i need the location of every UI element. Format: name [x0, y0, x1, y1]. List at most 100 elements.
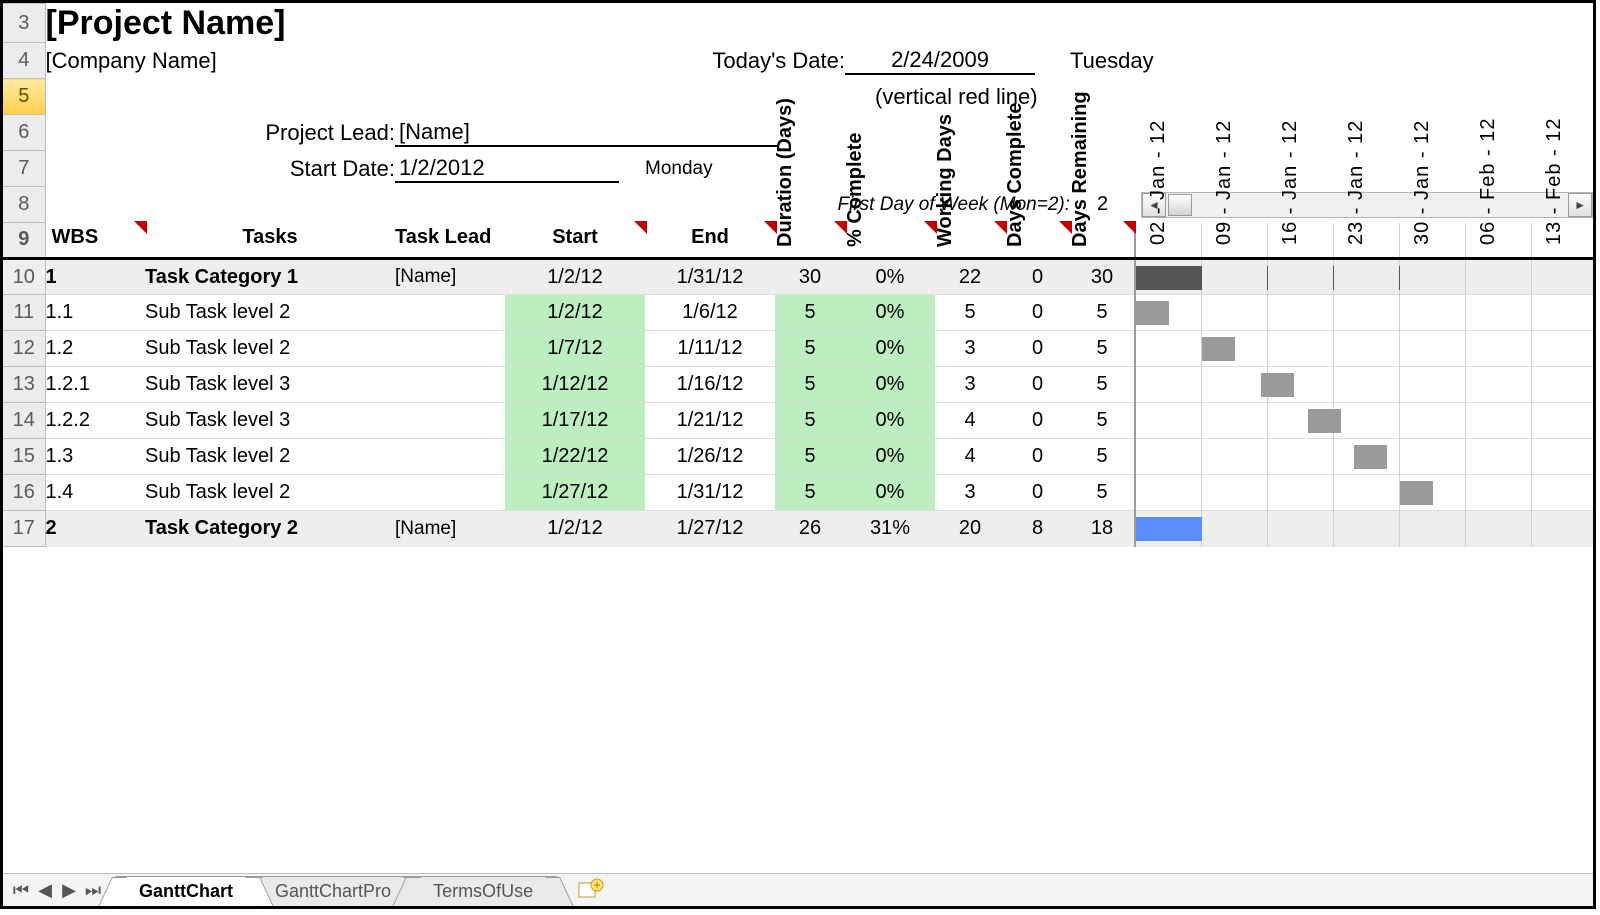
gantt-cell[interactable] — [1201, 367, 1267, 403]
gantt-cell[interactable] — [1465, 439, 1531, 475]
header-row[interactable]: 9 WBS Tasks Task Lead Start End Duration… — [3, 223, 1596, 259]
cell-task[interactable]: Sub Task level 2 — [145, 295, 395, 331]
scroll-right-button[interactable]: ► — [1568, 193, 1592, 217]
tab-nav-first[interactable]: ⏮ — [10, 879, 32, 901]
cell-duration[interactable]: 5 — [775, 295, 845, 331]
gantt-cell[interactable] — [1201, 511, 1267, 547]
gantt-cell[interactable] — [1267, 403, 1333, 439]
cell-duration[interactable]: 26 — [775, 511, 845, 547]
gantt-cell[interactable] — [1399, 259, 1465, 295]
cell-start[interactable]: 1/12/12 — [505, 367, 645, 403]
gantt-cell[interactable] — [1201, 403, 1267, 439]
cell-end[interactable]: 1/31/12 — [645, 259, 775, 295]
gantt-bar[interactable] — [1136, 517, 1209, 541]
gantt-cell[interactable] — [1531, 475, 1596, 511]
cell-working-days[interactable]: 3 — [935, 475, 1005, 511]
cell-pct[interactable]: 0% — [845, 331, 935, 367]
gantt-cell[interactable] — [1333, 475, 1399, 511]
cell-lead[interactable]: [Name] — [395, 511, 505, 547]
gantt-cell[interactable] — [1333, 439, 1399, 475]
col-pct-complete[interactable]: % Complete — [845, 223, 935, 259]
row-header[interactable]: 15 — [3, 439, 45, 475]
cell-working-days[interactable]: 4 — [935, 439, 1005, 475]
cell-start[interactable]: 1/2/12 — [505, 295, 645, 331]
row-header[interactable]: 11 — [3, 295, 45, 331]
company-name[interactable]: [Company Name] — [45, 43, 645, 79]
sheet-tab[interactable]: GanttChart — [115, 876, 257, 906]
gantt-cell[interactable] — [1135, 331, 1201, 367]
gantt-cell[interactable] — [1267, 331, 1333, 367]
col-end[interactable]: End — [645, 223, 775, 259]
gantt-cell[interactable] — [1465, 511, 1531, 547]
tab-nav-prev[interactable]: ◀ — [34, 879, 56, 901]
cell-days-complete[interactable]: 0 — [1005, 295, 1070, 331]
gantt-cell[interactable] — [1135, 511, 1201, 547]
gantt-cell[interactable] — [1531, 259, 1596, 295]
cell-task[interactable]: Sub Task level 2 — [145, 331, 395, 367]
col-working-days[interactable]: Working Days — [935, 223, 1005, 259]
cell-lead[interactable] — [395, 403, 505, 439]
gantt-cell[interactable] — [1531, 439, 1596, 475]
cell-task[interactable]: Sub Task level 2 — [145, 439, 395, 475]
spreadsheet-grid[interactable]: 3 [Project Name] 4 [Company Name] Today'… — [3, 3, 1596, 547]
gantt-cell[interactable] — [1399, 295, 1465, 331]
col-tasks[interactable]: Tasks — [145, 223, 395, 259]
tab-nav-next[interactable]: ▶ — [58, 879, 80, 901]
gantt-cell[interactable] — [1465, 259, 1531, 295]
col-days-complete[interactable]: Days Complete — [1005, 223, 1070, 259]
cell-days-remaining[interactable]: 5 — [1070, 439, 1135, 475]
cell-days-remaining[interactable]: 5 — [1070, 295, 1135, 331]
gantt-cell[interactable] — [1465, 295, 1531, 331]
gantt-cell[interactable] — [1531, 511, 1596, 547]
row-4[interactable]: 4 [Company Name] Today's Date: 2/24/2009… — [3, 43, 1596, 79]
gantt-cell[interactable] — [1399, 511, 1465, 547]
cell-start[interactable]: 1/27/12 — [505, 475, 645, 511]
col-week-0[interactable]: 02 - Jan - 12 — [1135, 223, 1201, 259]
cell-working-days[interactable]: 4 — [935, 403, 1005, 439]
col-duration[interactable]: Duration (Days) — [775, 223, 845, 259]
cell-working-days[interactable]: 3 — [935, 331, 1005, 367]
cell-end[interactable]: 1/6/12 — [645, 295, 775, 331]
gantt-cell[interactable] — [1135, 475, 1201, 511]
todays-date[interactable]: 2/24/2009 — [845, 43, 1070, 79]
cell-wbs[interactable]: 1 — [45, 259, 145, 295]
gantt-cell[interactable] — [1333, 295, 1399, 331]
gantt-cell[interactable] — [1333, 259, 1399, 295]
cell-lead[interactable]: [Name] — [395, 259, 505, 295]
cell-days-complete[interactable]: 0 — [1005, 475, 1070, 511]
cell-working-days[interactable]: 22 — [935, 259, 1005, 295]
cell-days-remaining[interactable]: 18 — [1070, 511, 1135, 547]
gantt-cell[interactable] — [1333, 331, 1399, 367]
row-header[interactable]: 16 — [3, 475, 45, 511]
gantt-cell[interactable] — [1399, 439, 1465, 475]
gantt-cell[interactable] — [1531, 331, 1596, 367]
cell-working-days[interactable]: 20 — [935, 511, 1005, 547]
row-header[interactable]: 17 — [3, 511, 45, 547]
gantt-cell[interactable] — [1267, 475, 1333, 511]
cell-end[interactable]: 1/11/12 — [645, 331, 775, 367]
cell-wbs[interactable]: 1.2 — [45, 331, 145, 367]
col-week-1[interactable]: 09 - Jan - 12 — [1201, 223, 1267, 259]
col-wbs[interactable]: WBS — [45, 223, 145, 259]
cell-duration[interactable]: 30 — [775, 259, 845, 295]
table-row[interactable]: 101Task Category 1[Name]1/2/121/31/12300… — [3, 259, 1596, 295]
gantt-cell[interactable] — [1135, 403, 1201, 439]
table-row[interactable]: 151.3Sub Task level 21/22/121/26/1250%40… — [3, 439, 1596, 475]
cell-end[interactable]: 1/21/12 — [645, 403, 775, 439]
gantt-cell[interactable] — [1267, 259, 1333, 295]
table-row[interactable]: 131.2.1Sub Task level 31/12/121/16/1250%… — [3, 367, 1596, 403]
gantt-cell[interactable] — [1267, 367, 1333, 403]
table-row[interactable]: 111.1Sub Task level 21/2/121/6/1250%505 — [3, 295, 1596, 331]
cell-pct[interactable]: 0% — [845, 295, 935, 331]
row-header[interactable]: 8 — [3, 187, 45, 223]
cell-task[interactable]: Sub Task level 3 — [145, 403, 395, 439]
col-week-2[interactable]: 16 - Jan - 12 — [1267, 223, 1333, 259]
gantt-cell[interactable] — [1201, 439, 1267, 475]
cell-days-complete[interactable]: 0 — [1005, 259, 1070, 295]
gantt-cell[interactable] — [1399, 367, 1465, 403]
cell-duration[interactable]: 5 — [775, 331, 845, 367]
cell-duration[interactable]: 5 — [775, 439, 845, 475]
gantt-cell[interactable] — [1201, 295, 1267, 331]
col-week-3[interactable]: 23 - Jan - 12 — [1333, 223, 1399, 259]
row-header[interactable]: 13 — [3, 367, 45, 403]
